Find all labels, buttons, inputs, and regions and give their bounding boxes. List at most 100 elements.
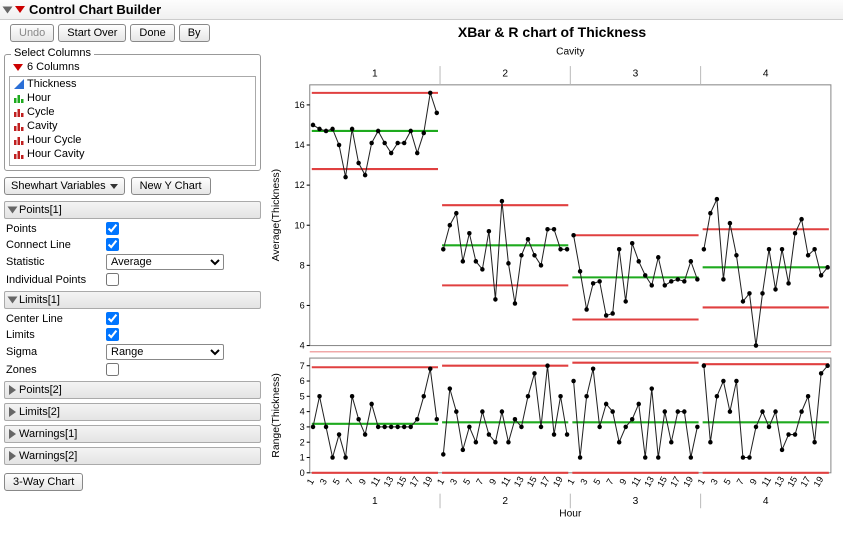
svg-text:7: 7 [474, 477, 485, 487]
disclose-icon [9, 407, 16, 417]
svg-text:17: 17 [668, 475, 682, 489]
svg-text:13: 13 [773, 475, 787, 489]
svg-text:4: 4 [763, 496, 769, 507]
by-button[interactable]: By [179, 24, 210, 42]
svg-text:11: 11 [369, 475, 382, 488]
column-item[interactable]: Hour [10, 91, 255, 105]
statistic-label: Statistic [6, 256, 106, 268]
column-item[interactable]: Hour Cycle [10, 133, 255, 147]
continuous-icon [14, 79, 24, 89]
svg-text:4: 4 [300, 407, 305, 417]
svg-text:11: 11 [630, 475, 643, 488]
svg-text:14: 14 [294, 140, 304, 150]
svg-text:5: 5 [722, 477, 733, 487]
svg-text:9: 9 [487, 477, 498, 487]
svg-text:3: 3 [578, 477, 589, 487]
svg-text:17: 17 [799, 475, 813, 489]
svg-text:19: 19 [812, 475, 826, 489]
column-item[interactable]: Cycle [10, 105, 255, 119]
svg-text:1: 1 [372, 496, 378, 507]
svg-text:3: 3 [633, 68, 639, 79]
disclose-icon[interactable] [3, 6, 13, 13]
svg-text:5: 5 [331, 477, 342, 487]
select-columns-panel: Select Columns 6 Columns ThicknessHourCy… [4, 54, 261, 171]
column-list[interactable]: ThicknessHourCycleCavityHour Cycle Hour C… [9, 76, 256, 166]
connect-line-label: Connect Line [6, 239, 106, 251]
limits2-label: Limits[2] [19, 406, 60, 418]
warnings1-header[interactable]: Warnings[1] [4, 425, 261, 443]
svg-text:1: 1 [435, 477, 446, 487]
three-way-chart-button[interactable]: 3-Way Chart [4, 473, 83, 491]
svg-text:8: 8 [300, 260, 305, 270]
control-chart[interactable]: CavityHour1122334446810121416Average(Thi… [267, 40, 837, 551]
svg-text:7: 7 [300, 361, 305, 371]
svg-text:19: 19 [421, 475, 435, 489]
svg-text:1: 1 [372, 68, 378, 79]
columns-hotspot-icon[interactable] [13, 64, 23, 71]
limits2-header[interactable]: Limits[2] [4, 403, 261, 421]
chart-panel: XBar & R chart of Thickness CavityHour11… [265, 20, 843, 535]
nominal-icon [14, 135, 24, 145]
svg-text:11: 11 [499, 475, 512, 488]
individual-points-checkbox[interactable] [106, 273, 119, 286]
limits-checkbox[interactable] [106, 328, 119, 341]
svg-text:10: 10 [294, 220, 304, 230]
disclose-icon [8, 207, 18, 214]
svg-text:1: 1 [300, 453, 305, 463]
svg-text:13: 13 [512, 475, 526, 489]
column-name: Hour Cycle [27, 134, 81, 146]
disclose-icon [9, 385, 16, 395]
svg-text:2: 2 [502, 496, 508, 507]
limits-label: Limits [6, 329, 106, 341]
svg-text:19: 19 [681, 475, 695, 489]
points1-label: Points[1] [19, 204, 62, 216]
points-checkbox[interactable] [106, 222, 119, 235]
svg-text:5: 5 [461, 477, 472, 487]
svg-text:3: 3 [448, 477, 459, 487]
nominal-icon [14, 121, 24, 131]
svg-text:17: 17 [538, 475, 552, 489]
points-label: Points [6, 223, 106, 235]
svg-text:13: 13 [382, 475, 396, 489]
svg-text:Hour: Hour [559, 508, 582, 519]
column-item[interactable]: Thickness [10, 77, 255, 91]
connect-line-checkbox[interactable] [106, 238, 119, 251]
new-y-chart-button[interactable]: New Y Chart [131, 177, 211, 195]
svg-text:11: 11 [760, 475, 773, 488]
svg-text:6: 6 [300, 300, 305, 310]
disclose-icon [8, 297, 18, 304]
svg-text:2: 2 [502, 68, 508, 79]
hotspot-icon[interactable] [15, 6, 25, 13]
points2-label: Points[2] [19, 384, 62, 396]
points2-header[interactable]: Points[2] [4, 381, 261, 399]
column-name: Hour Cavity [27, 148, 84, 160]
svg-text:15: 15 [786, 475, 800, 489]
svg-text:12: 12 [294, 180, 304, 190]
points1-body: Points Connect Line Statistic Average In… [4, 219, 261, 287]
svg-text:4: 4 [300, 341, 305, 351]
limits1-header[interactable]: Limits[1] [4, 291, 261, 309]
svg-text:1: 1 [696, 477, 707, 487]
center-line-checkbox[interactable] [106, 312, 119, 325]
column-item[interactable]: Hour Cavity [10, 147, 255, 161]
svg-text:0: 0 [300, 468, 305, 478]
warnings2-header[interactable]: Warnings[2] [4, 447, 261, 465]
points1-header[interactable]: Points[1] [4, 201, 261, 219]
zones-checkbox[interactable] [106, 363, 119, 376]
limits1-label: Limits[1] [19, 294, 60, 306]
statistic-select[interactable]: Average [106, 254, 224, 270]
svg-text:1: 1 [305, 477, 316, 487]
svg-text:9: 9 [357, 477, 368, 487]
chart-type-label: Shewhart Variables [11, 180, 106, 192]
center-line-label: Center Line [6, 313, 106, 325]
chart-type-dropdown[interactable]: Shewhart Variables [4, 177, 125, 195]
svg-text:15: 15 [395, 475, 409, 489]
nominal-icon [14, 149, 24, 159]
svg-text:19: 19 [551, 475, 565, 489]
svg-text:3: 3 [318, 477, 329, 487]
sigma-select[interactable]: Range [106, 344, 224, 360]
column-item[interactable]: Cavity [10, 119, 255, 133]
start-over-button[interactable]: Start Over [58, 24, 126, 42]
done-button[interactable]: Done [130, 24, 174, 42]
undo-button[interactable]: Undo [10, 24, 54, 42]
